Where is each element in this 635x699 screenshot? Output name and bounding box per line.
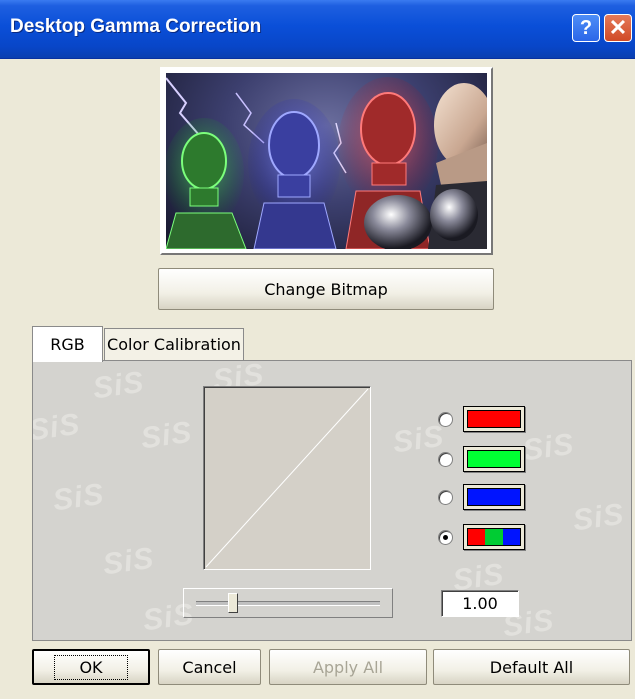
- gamma-slider[interactable]: [183, 588, 393, 618]
- cancel-button[interactable]: Cancel: [158, 649, 261, 685]
- change-bitmap-label: Change Bitmap: [264, 279, 388, 299]
- gamma-curve: [205, 388, 369, 568]
- preview-image: [166, 77, 487, 249]
- watermark-logo: SiS: [90, 365, 147, 406]
- rgb-tab-panel: SiS SiS SiS SiS SiS SiS SiS SiS SiS SiS …: [32, 360, 632, 641]
- close-icon: ✕: [608, 15, 628, 40]
- all-channels-swatch-button[interactable]: [463, 524, 525, 550]
- blue-swatch-button[interactable]: [463, 484, 525, 510]
- gamma-curve-box: [203, 386, 371, 570]
- watermark-logo: SiS: [570, 497, 627, 538]
- red-swatch: [467, 410, 521, 428]
- help-icon: ?: [579, 16, 593, 39]
- apply-all-button: Apply All: [269, 649, 427, 685]
- tab-rgb[interactable]: RGB: [32, 326, 103, 362]
- ok-label: OK: [54, 654, 128, 680]
- slider-thumb[interactable]: [227, 593, 238, 613]
- blue-swatch: [467, 488, 521, 506]
- slider-track[interactable]: [196, 601, 380, 606]
- ok-button[interactable]: OK: [32, 649, 150, 685]
- red-swatch-button[interactable]: [463, 406, 525, 432]
- blue-channel-radio[interactable]: [438, 490, 453, 505]
- watermark-logo: SiS: [50, 477, 107, 518]
- red-channel-radio[interactable]: [438, 412, 453, 427]
- bitmap-preview: [166, 73, 487, 249]
- green-channel-radio[interactable]: [438, 452, 453, 467]
- tab-color-calibration-label: Color Calibration: [107, 335, 241, 354]
- close-button[interactable]: ✕: [604, 14, 632, 42]
- gamma-value: 1.00: [462, 594, 498, 613]
- green-swatch-button[interactable]: [463, 446, 525, 472]
- all-channels-swatch: [467, 528, 521, 546]
- window-title: Desktop Gamma Correction: [10, 16, 262, 37]
- all-channels-radio[interactable]: [438, 530, 453, 545]
- cancel-label: Cancel: [182, 657, 237, 677]
- apply-all-label: Apply All: [312, 657, 384, 677]
- help-button[interactable]: ?: [572, 14, 600, 42]
- tab-rgb-label: RGB: [50, 335, 85, 354]
- watermark-logo: SiS: [390, 419, 447, 460]
- default-all-button[interactable]: Default All: [433, 649, 630, 685]
- tab-color-calibration[interactable]: Color Calibration: [104, 328, 244, 360]
- watermark-logo: SiS: [100, 541, 157, 582]
- watermark-logo: SiS: [520, 427, 577, 468]
- gamma-value-field[interactable]: 1.00: [441, 590, 519, 617]
- bitmap-preview-frame: [160, 67, 493, 255]
- title-bar[interactable]: Desktop Gamma Correction ? ✕: [0, 0, 635, 59]
- change-bitmap-button[interactable]: Change Bitmap: [158, 268, 494, 310]
- green-swatch: [467, 450, 521, 468]
- watermark-logo: SiS: [32, 407, 83, 448]
- default-all-label: Default All: [489, 657, 574, 677]
- watermark-logo: SiS: [138, 415, 195, 456]
